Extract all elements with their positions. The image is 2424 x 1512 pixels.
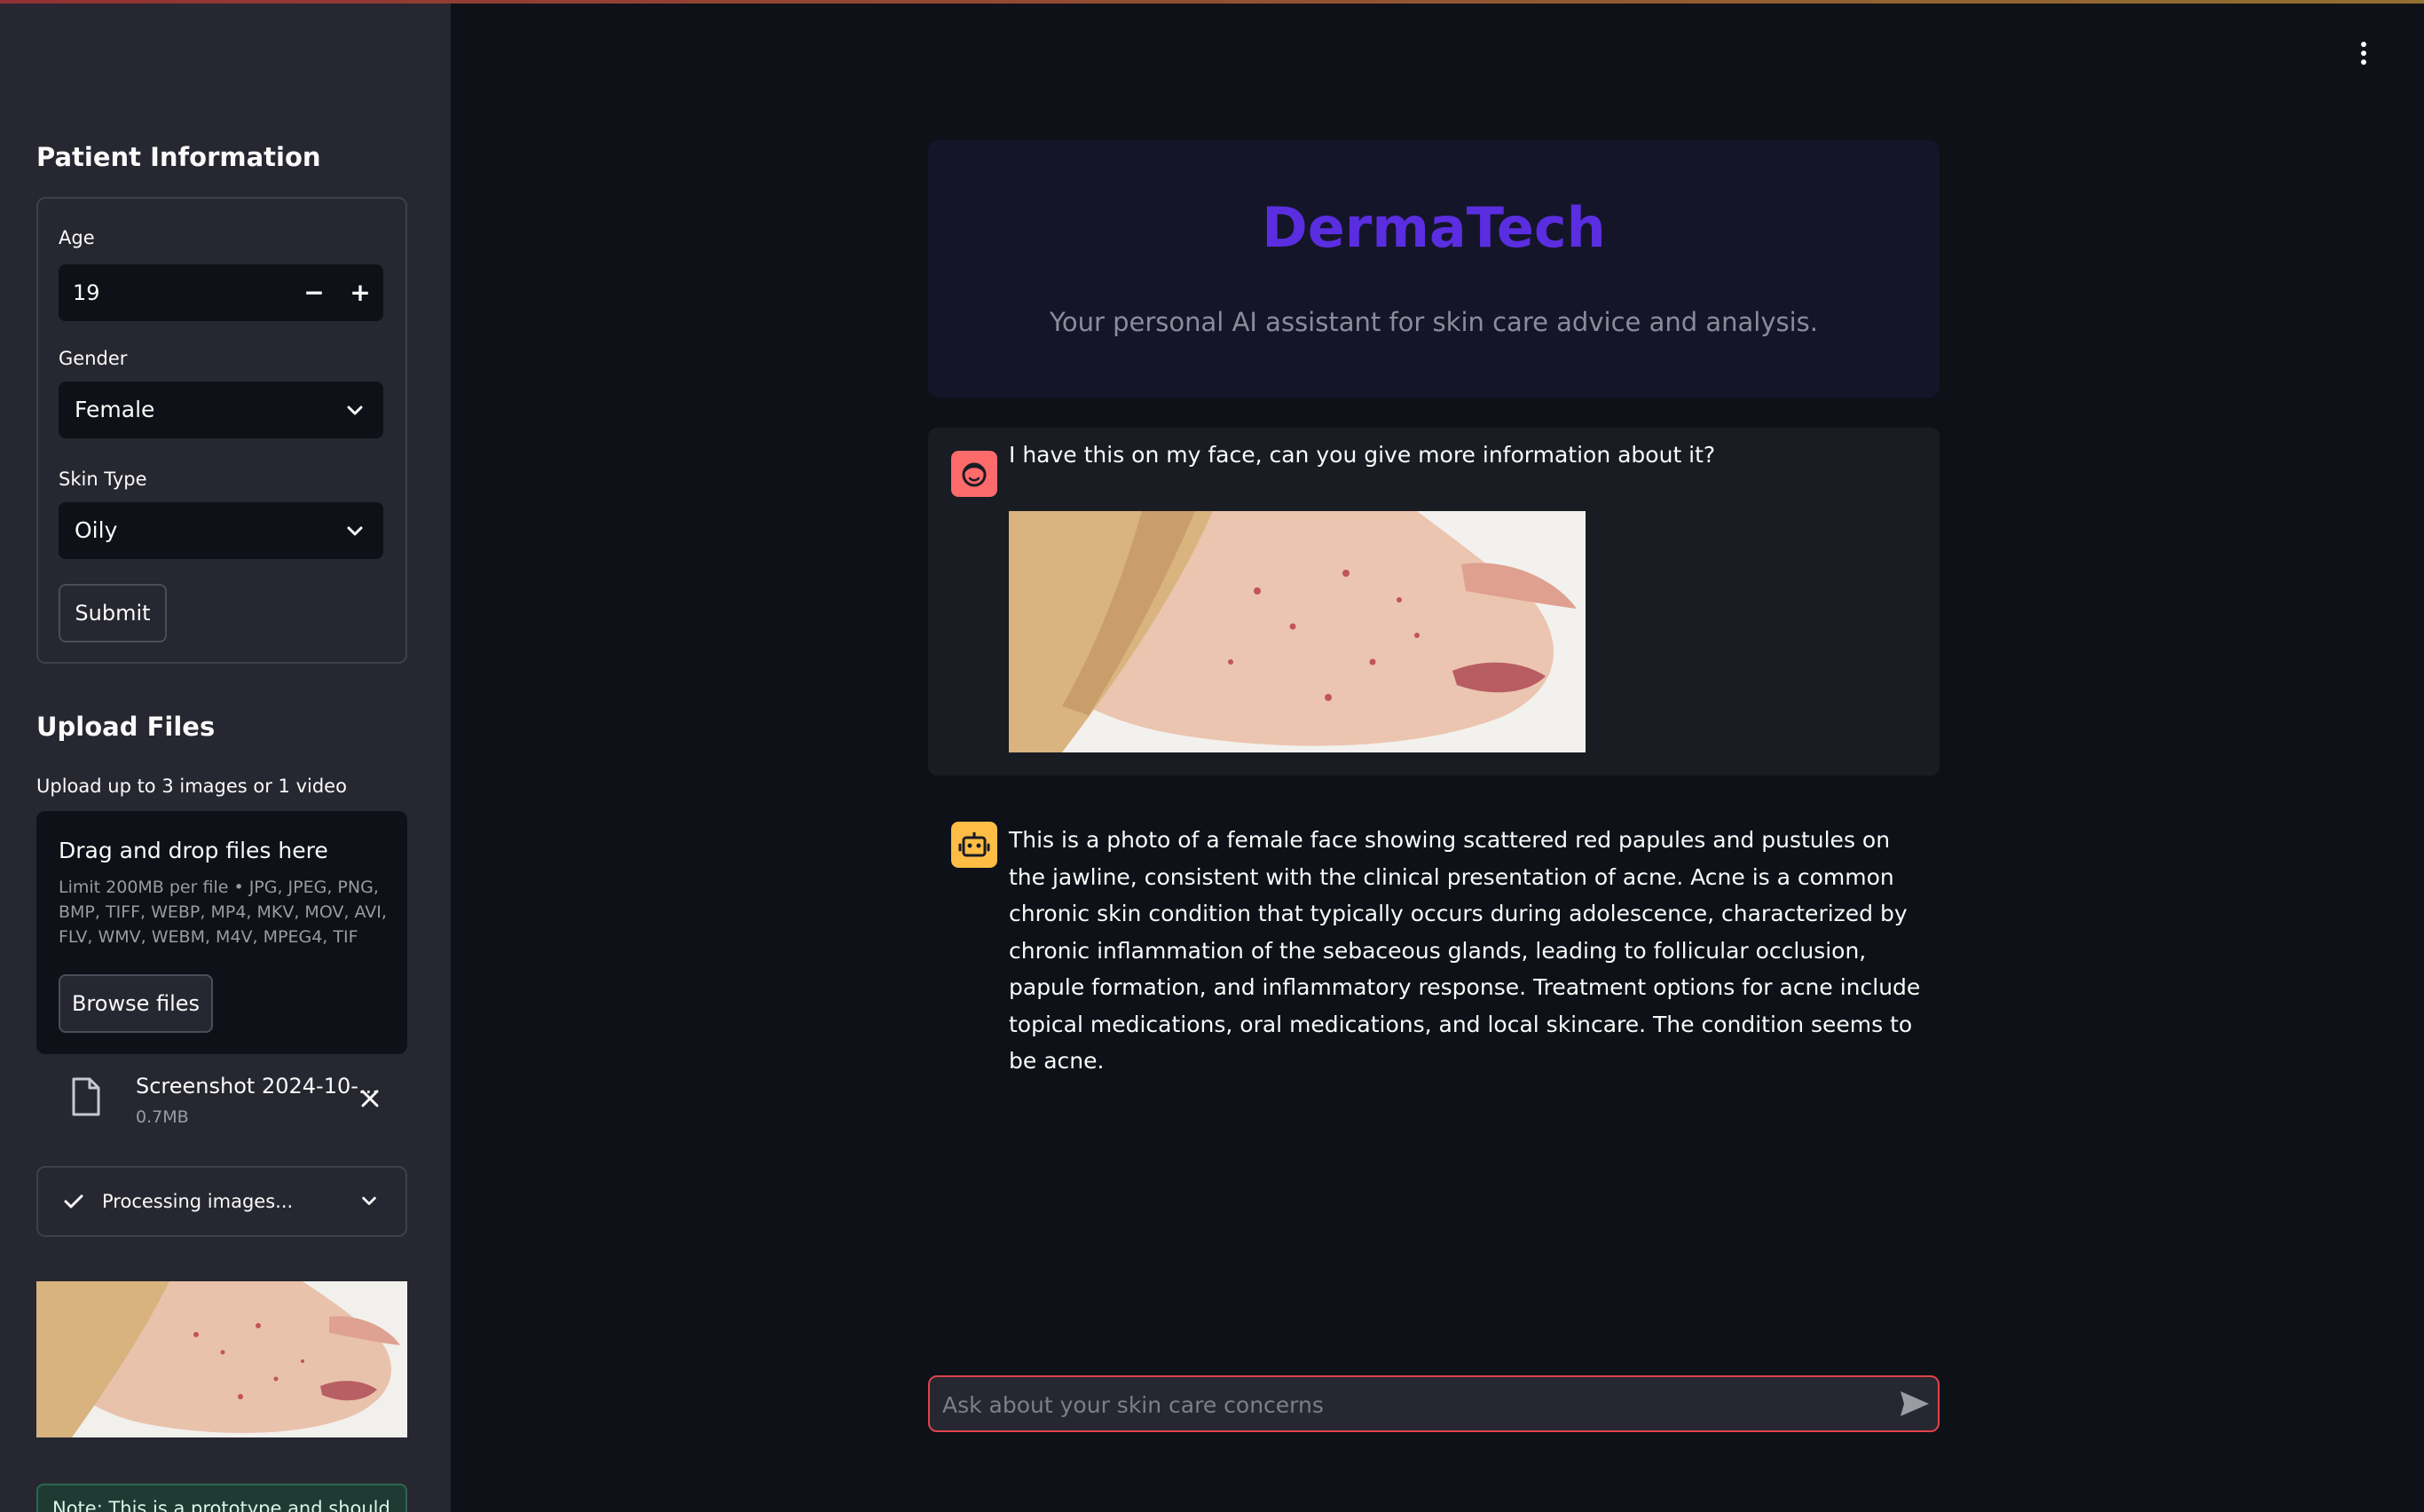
- browse-files-button[interactable]: Browse files: [59, 974, 213, 1033]
- skin-type-select[interactable]: Oily: [59, 502, 383, 559]
- uploaded-image-thumbnail: [36, 1281, 407, 1437]
- submit-button[interactable]: Submit: [59, 584, 167, 642]
- chat-input[interactable]: [940, 1377, 1876, 1432]
- dropzone-limit: Limit 200MB per file • JPG, JPEG, PNG, B…: [59, 878, 387, 947]
- gender-value: Female: [75, 397, 155, 422]
- upload-files-heading: Upload Files: [36, 712, 216, 742]
- file-size: 0.7MB: [136, 1107, 189, 1127]
- gender-label: Gender: [59, 348, 128, 369]
- skin-type-value: Oily: [75, 517, 118, 543]
- processing-expander[interactable]: Processing images...: [36, 1166, 407, 1237]
- user-message-text: I have this on my face, can you give mor…: [1009, 442, 1716, 468]
- upload-hint: Upload up to 3 images or 1 video: [36, 776, 347, 797]
- skin-type-label: Skin Type: [59, 469, 147, 490]
- file-dropzone[interactable]: Drag and drop files here Limit 200MB per…: [36, 811, 407, 1054]
- dropzone-title: Drag and drop files here: [59, 838, 328, 863]
- chevron-down-icon: [347, 406, 363, 415]
- chat-input-box[interactable]: [928, 1375, 1940, 1432]
- file-icon: [72, 1077, 100, 1116]
- age-increment-button[interactable]: +: [337, 264, 383, 321]
- uploaded-file: Screenshot 2024-10-... 0.7MB: [36, 1065, 407, 1136]
- app-header: DermaTech Your personal AI assistant for…: [928, 140, 1940, 398]
- sidebar: Patient Information Age 19 − + Gender Fe…: [0, 4, 451, 1512]
- processing-label: Processing images...: [102, 1191, 294, 1212]
- gender-select[interactable]: Female: [59, 382, 383, 438]
- more-options-icon[interactable]: [2353, 39, 2374, 67]
- assistant-message-text: This is a photo of a female face showing…: [1009, 827, 1921, 1074]
- face-photo-thumbnail: [36, 1281, 407, 1437]
- age-number-input[interactable]: 19 − +: [59, 264, 383, 321]
- note-banner: Note: This is a prototype and should...: [36, 1484, 407, 1512]
- patient-info-heading: Patient Information: [36, 142, 321, 172]
- chevron-down-icon: [362, 1196, 376, 1206]
- age-value[interactable]: 19: [73, 264, 100, 321]
- chevron-down-icon: [347, 526, 363, 536]
- check-icon: [64, 1194, 83, 1209]
- age-decrement-button[interactable]: −: [291, 264, 337, 321]
- send-icon[interactable]: [1897, 1388, 1932, 1420]
- close-icon[interactable]: [359, 1088, 381, 1109]
- age-label: Age: [59, 227, 95, 248]
- user-message: I have this on my face, can you give mor…: [928, 428, 1940, 776]
- user-attached-image: [1009, 511, 1586, 752]
- file-name: Screenshot 2024-10-...: [136, 1074, 379, 1099]
- user-avatar-icon: [951, 451, 997, 497]
- app-title: DermaTech: [1262, 195, 1606, 260]
- bot-avatar-icon: [951, 822, 997, 868]
- app-subtitle: Your personal AI assistant for skin care…: [1050, 307, 1818, 337]
- face-photo: [1009, 511, 1586, 752]
